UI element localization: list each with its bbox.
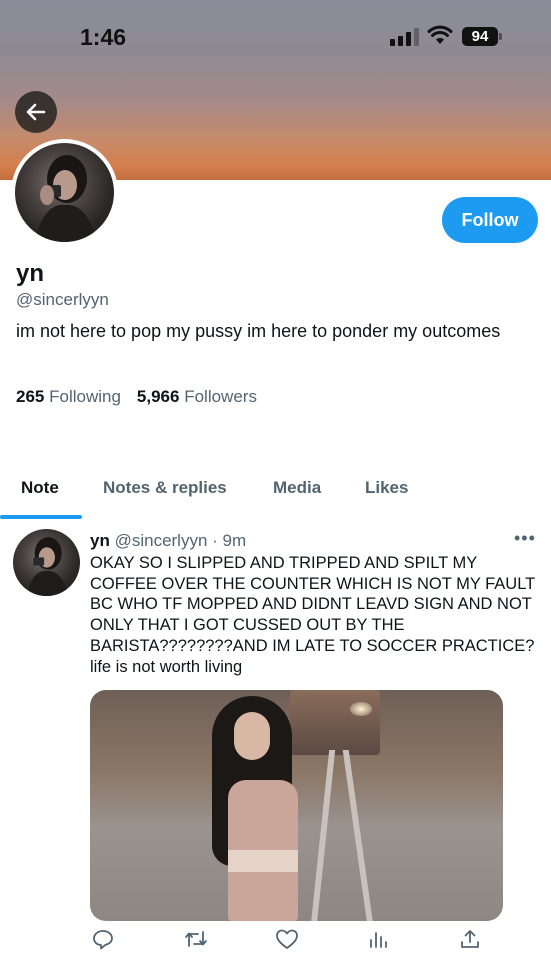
post-avatar[interactable] <box>13 529 80 596</box>
retweet-icon[interactable] <box>183 928 209 950</box>
profile-bio: im not here to pop my pussy im here to p… <box>16 321 501 341</box>
train-light-shape <box>350 702 372 716</box>
cell-signal-icon <box>390 28 419 46</box>
followers-label: Followers <box>184 387 257 406</box>
heart-icon[interactable] <box>275 928 299 950</box>
following-count: 265 <box>16 387 45 406</box>
more-options-icon[interactable]: ••• <box>514 528 536 549</box>
following-link[interactable]: 265 Following <box>16 387 121 407</box>
post-author-name[interactable]: yn <box>90 531 110 550</box>
share-icon[interactable] <box>459 928 481 950</box>
tab-media[interactable]: Media <box>273 478 321 498</box>
back-button[interactable] <box>15 91 57 133</box>
belt-shape <box>228 850 298 872</box>
wifi-icon <box>427 25 453 44</box>
post-text: OKAY SO I SLIPPED AND TRIPPED AND SPILT … <box>90 554 535 676</box>
avatar-image <box>35 155 97 242</box>
post-image[interactable] <box>90 690 503 921</box>
profile-name: yn <box>16 260 45 287</box>
profile-avatar[interactable] <box>11 139 118 246</box>
tab-notes-replies[interactable]: Notes & replies <box>103 478 227 498</box>
post-header: yn @sincerlyyn · 9m <box>90 531 246 551</box>
follow-button[interactable]: Follow <box>442 197 538 243</box>
reply-icon[interactable] <box>92 928 114 950</box>
profile-handle: @sincerlyyn <box>16 290 109 309</box>
profile-stats: 265 Following 5,966 Followers <box>16 387 257 407</box>
following-label: Following <box>49 387 121 406</box>
status-time: 1:46 <box>80 24 127 50</box>
post-actions <box>90 928 485 956</box>
avatar-image <box>26 537 69 596</box>
tab-likes[interactable]: Likes <box>365 478 408 498</box>
status-bar: 1:46 94 <box>0 0 551 70</box>
tab-note[interactable]: Note <box>21 478 59 498</box>
rail-shape <box>342 750 374 921</box>
post-meta: @sincerlyyn · 9m <box>114 531 247 550</box>
profile-tabs: Note Notes & replies Media Likes <box>0 472 551 519</box>
arrow-left-icon <box>26 103 46 121</box>
followers-link[interactable]: 5,966 Followers <box>137 387 257 407</box>
bar-chart-icon[interactable] <box>368 928 388 950</box>
followers-count: 5,966 <box>136 387 180 406</box>
battery-icon: 94 <box>462 27 502 46</box>
active-tab-indicator <box>0 515 82 519</box>
face-shape <box>234 712 270 760</box>
person-shape <box>200 690 320 921</box>
